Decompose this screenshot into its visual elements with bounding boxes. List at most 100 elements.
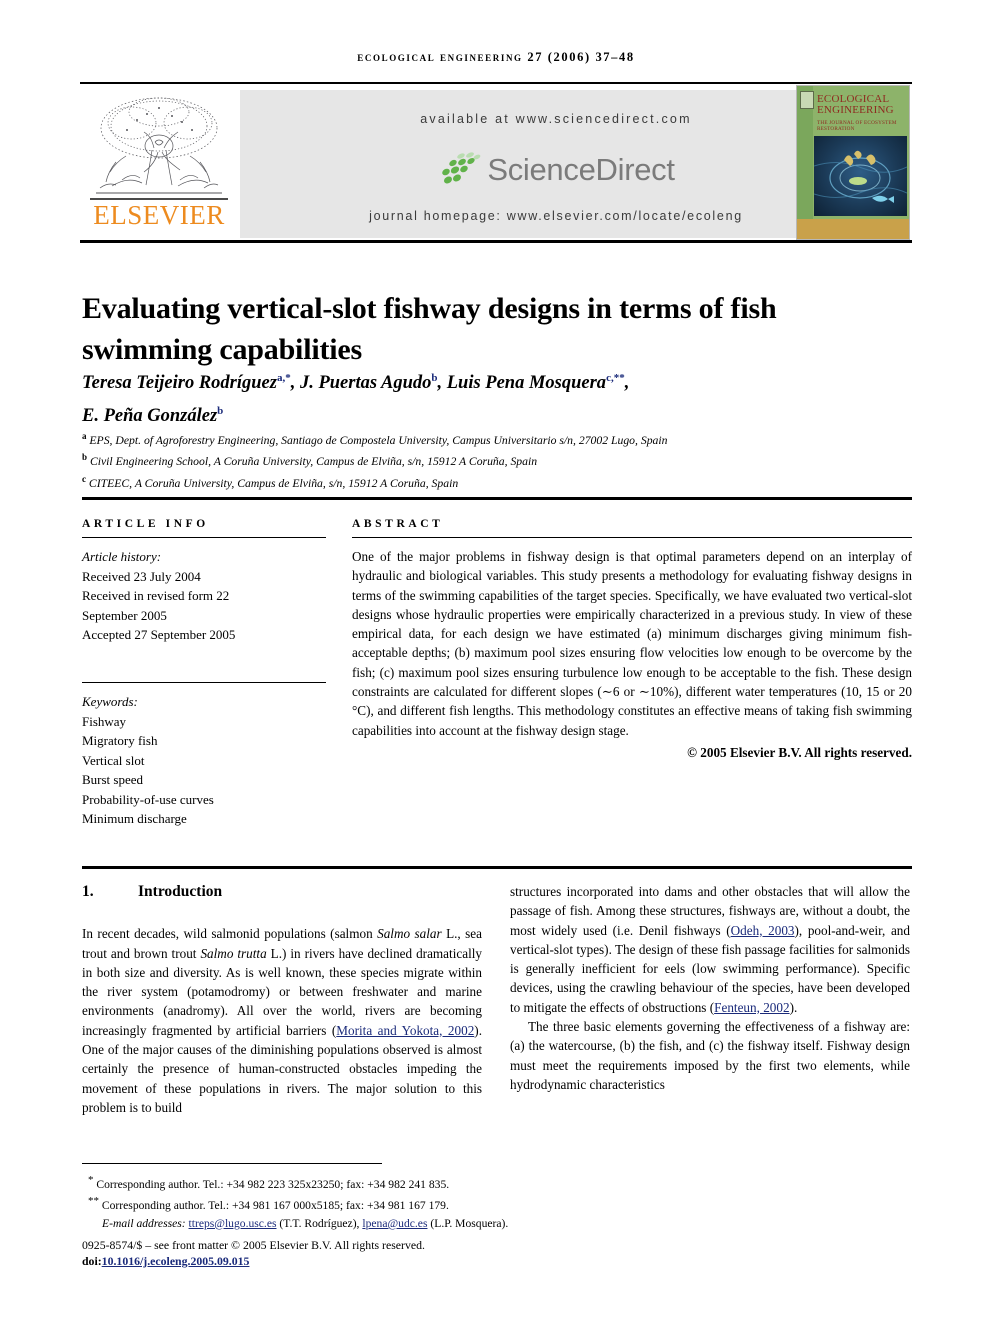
affiliation-mark: a xyxy=(82,431,87,441)
affiliation-text: EPS, Dept. of Agroforestry Engineering, … xyxy=(89,433,668,447)
abstract-section-rule-top xyxy=(82,497,912,500)
paper-page: ECOLOGICAL ENGINEERING 27 (2006) 37–48 xyxy=(0,0,992,1323)
abstract-copyright: © 2005 Elsevier B.V. All rights reserved… xyxy=(687,744,912,760)
keywords-list: Keywords: Fishway Migratory fish Vertica… xyxy=(82,692,326,829)
article-history-item: September 2005 xyxy=(82,607,167,623)
affiliation-list: a EPS, Dept. of Agroforestry Engineering… xyxy=(82,428,912,492)
author-4-sup: b xyxy=(217,405,224,418)
author-2: , J. Puertas Agudo xyxy=(290,373,432,394)
abstract-rule xyxy=(352,537,912,538)
front-matter-line: 0925-8574/$ – see front matter © 2005 El… xyxy=(82,1238,425,1252)
elsevier-logo-block: ELSEVIER xyxy=(84,90,234,238)
article-history-item: Accepted 27 September 2005 xyxy=(82,627,236,642)
keyword-item: Migratory fish xyxy=(82,733,158,748)
article-history: Article history: Received 23 July 2004 R… xyxy=(82,547,326,645)
email-link-1[interactable]: ttreps@lugo.usc.es xyxy=(189,1217,277,1230)
cover-subtitle: THE JOURNAL OF ECOSYSTEM RESTORATION xyxy=(817,120,897,132)
cover-illustration xyxy=(814,136,907,216)
keyword-item: Fishway xyxy=(82,713,127,729)
author-1: Teresa Teijeiro Rodríguez xyxy=(82,373,277,394)
elsevier-wordmark: ELSEVIER xyxy=(93,200,225,230)
keyword-item: Minimum discharge xyxy=(82,811,187,826)
affiliation-mark: b xyxy=(82,452,88,463)
page-title: Evaluating vertical-slot fishway designs… xyxy=(82,292,777,367)
species-name-2: Salmo trutta xyxy=(200,945,267,961)
keyword-item: Probability-of-use curves xyxy=(82,791,214,807)
body-column-left: 1. Introduction In recent decades, wild … xyxy=(82,882,482,1117)
article-info-column: ARTICLE INFO Article history: Received 2… xyxy=(82,518,326,645)
header-rule-bottom xyxy=(80,240,912,243)
doi-label: doi: xyxy=(82,1254,102,1268)
keywords-label: Keywords: xyxy=(82,694,138,709)
affiliation-item: a EPS, Dept. of Agroforestry Engineering… xyxy=(82,428,912,449)
journal-header-band: ELSEVIER available at www.sciencedirect.… xyxy=(80,82,912,243)
keyword-item: Burst speed xyxy=(82,772,144,787)
section-heading-introduction: 1. Introduction xyxy=(82,882,482,901)
elsevier-tree-icon xyxy=(92,90,226,198)
article-history-item: Received in revised form 22 xyxy=(82,588,230,603)
cover-bottom-band xyxy=(797,219,909,239)
author-comma: , xyxy=(624,373,630,394)
cover-publisher-logo xyxy=(800,91,814,109)
footnote-emails: E-mail addresses: ttreps@lugo.usc.es (T.… xyxy=(82,1215,682,1233)
article-info-rule xyxy=(82,537,326,538)
article-history-label: Article history: xyxy=(82,549,162,564)
affiliation-text: Civil Engineering School, A Coruña Unive… xyxy=(89,455,538,469)
citation-link-fenteun[interactable]: Fenteun, 2002 xyxy=(714,1000,789,1015)
intro-right-text-3: ). xyxy=(789,999,798,1015)
section-number: 1. xyxy=(82,883,94,900)
available-at-text: available at www.sciencedirect.com xyxy=(420,112,692,126)
abstract-body: One of the major problems in fishway des… xyxy=(352,549,912,738)
cover-title-line2: ENGINEERING xyxy=(817,104,894,116)
footnote-block: * Corresponding author. Tel.: +34 982 22… xyxy=(82,1172,682,1232)
author-1-sup: a,* xyxy=(276,372,291,384)
intro-text-1: In recent decades, wild salmonid populat… xyxy=(82,926,378,942)
journal-homepage-text: journal homepage: www.elsevier.com/locat… xyxy=(369,209,743,223)
footnote-mark-1: * xyxy=(88,1174,94,1186)
footnote-item-2: ** Corresponding author. Tel.: +34 981 1… xyxy=(82,1193,682,1214)
journal-cover-thumbnail: ECOLOGICAL ENGINEERING THE JOURNAL OF EC… xyxy=(796,85,910,240)
article-info-heading: ARTICLE INFO xyxy=(82,518,209,530)
affiliation-item: b Civil Engineering School, A Coruña Uni… xyxy=(82,449,912,470)
email-link-2[interactable]: lpena@udc.es xyxy=(362,1217,427,1230)
abstract-heading: ABSTRACT xyxy=(352,518,444,530)
author-list: Teresa Teijeiro Rodrígueza,*, J. Puertas… xyxy=(82,364,912,430)
intro-paragraph-left: In recent decades, wild salmonid populat… xyxy=(82,924,482,1117)
affiliation-item: c CITEEC, A Coruña University, Campus de… xyxy=(82,471,912,492)
author-4: E. Peña González xyxy=(82,406,218,427)
keyword-item: Vertical slot xyxy=(82,752,145,768)
sciencedirect-leaf-icon xyxy=(442,152,481,184)
species-name-1: Salmo salar xyxy=(377,926,442,942)
footnote-mark-2: ** xyxy=(88,1195,99,1208)
affiliation-mark: c xyxy=(82,473,86,484)
intro-paragraph-right-1: structures incorporated into dams and ot… xyxy=(510,882,910,1017)
sciencedirect-wordmark: ScienceDirect xyxy=(487,152,675,187)
email-owner-1: (T.T. Rodríguez), xyxy=(279,1216,360,1230)
intro-paragraph-right-2: The three basic elements governing the e… xyxy=(510,1019,910,1092)
email-addresses-label: E-mail addresses: xyxy=(102,1216,186,1230)
author-3: , Luis Pena Mosquera xyxy=(437,373,607,394)
body-column-right: structures incorporated into dams and ot… xyxy=(510,882,910,1094)
footnote-text-1: Corresponding author. Tel.: +34 982 223 … xyxy=(96,1177,450,1191)
doi-link[interactable]: 10.1016/j.ecoleng.2005.09.015 xyxy=(102,1254,250,1268)
cover-title: ECOLOGICAL ENGINEERING xyxy=(817,94,905,116)
running-head-text: ECOLOGICAL ENGINEERING 27 (2006) 37–48 xyxy=(357,50,635,64)
section-title: Introduction xyxy=(138,883,223,900)
doi-line: doi:10.1016/j.ecoleng.2005.09.015 xyxy=(82,1254,249,1269)
footnote-item-1: * Corresponding author. Tel.: +34 982 22… xyxy=(82,1172,682,1193)
body-section-rule xyxy=(82,866,912,869)
footnote-text-2: Corresponding author. Tel.: +34 981 167 … xyxy=(101,1199,449,1213)
article-history-item: Received 23 July 2004 xyxy=(82,568,201,584)
affiliation-text: CITEEC, A Coruña University, Campus de E… xyxy=(88,476,459,490)
author-3-sup: c,** xyxy=(606,372,625,384)
sciencedirect-logo: ScienceDirect xyxy=(240,147,872,193)
abstract-column: ABSTRACT One of the major problems in fi… xyxy=(352,518,912,761)
sciencedirect-panel: available at www.sciencedirect.com Scien… xyxy=(240,90,872,238)
footnote-rule xyxy=(82,1163,382,1164)
citation-link-morita-yokota[interactable]: Morita and Yokota, 2002 xyxy=(336,1023,474,1038)
citation-link-odeh[interactable]: Odeh, 2003 xyxy=(731,923,795,938)
header-rule-top xyxy=(80,82,912,84)
running-head: ECOLOGICAL ENGINEERING 27 (2006) 37–48 xyxy=(0,50,992,65)
keywords-rule xyxy=(82,682,326,683)
email-owner-2: (L.P. Mosquera). xyxy=(430,1216,509,1230)
